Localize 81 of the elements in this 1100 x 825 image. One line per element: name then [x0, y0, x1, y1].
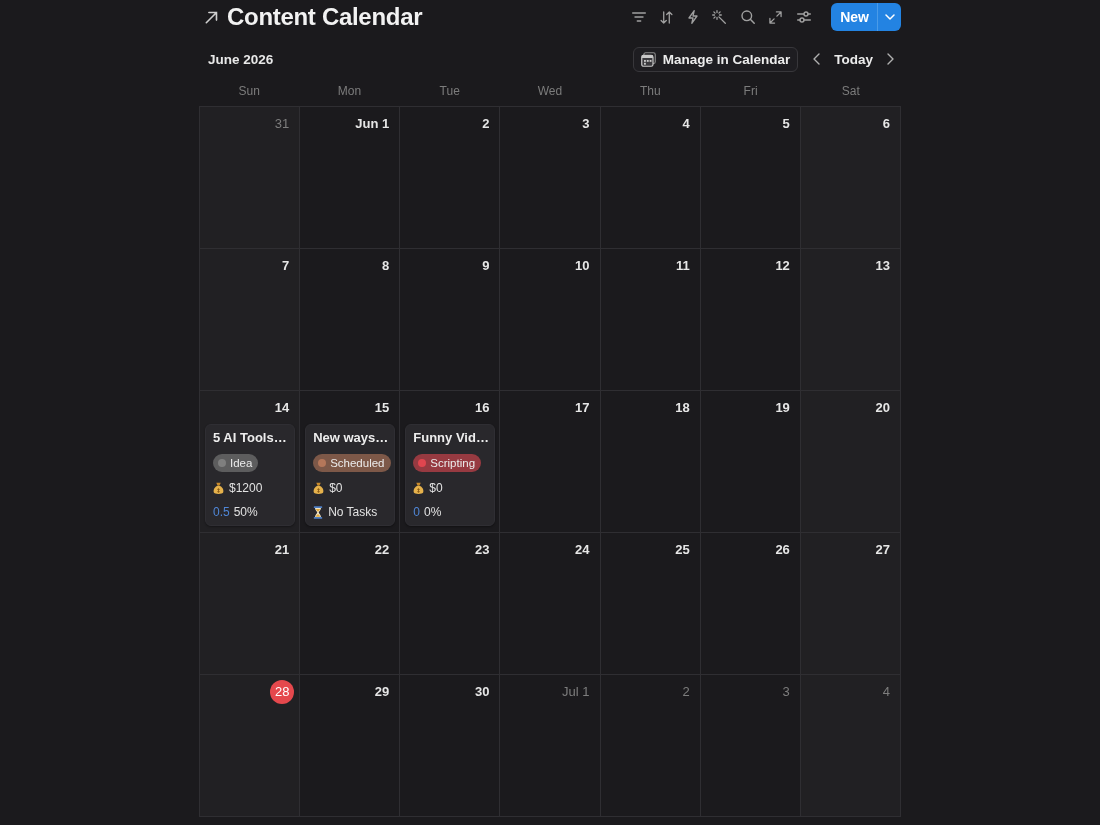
amount-text: $1200	[229, 481, 263, 495]
day-number: 2	[682, 683, 690, 700]
manage-in-calendar-button[interactable]: Manage in Calendar	[632, 46, 799, 72]
amount-text: $0	[329, 481, 343, 495]
day-number: 3	[782, 683, 790, 700]
progress-percent: 0%	[423, 505, 442, 519]
day-number: 14	[274, 399, 290, 416]
progress-value: 0	[413, 505, 420, 519]
status-label: Scripting	[430, 457, 476, 469]
event-title: New ways…	[313, 430, 390, 446]
day-number: 8	[382, 257, 390, 274]
status-label: Idea	[230, 457, 253, 469]
magic-wand-icon[interactable]	[712, 10, 727, 24]
weekday-label: Mon	[337, 84, 362, 98]
day-number: 5	[782, 115, 790, 132]
day-number: 25	[675, 541, 690, 558]
filter-icon[interactable]	[631, 12, 646, 22]
day-number: 9	[482, 257, 490, 274]
day-number: 29	[374, 683, 390, 700]
day-number: 23	[474, 541, 490, 558]
day-number: 2	[482, 115, 490, 132]
day-number: 7	[281, 257, 290, 274]
money-bag-icon	[213, 481, 224, 495]
progress-value: 0.5	[213, 505, 230, 519]
day-number: 11	[675, 257, 690, 274]
tasks-text: No Tasks	[328, 505, 378, 519]
expand-icon[interactable]	[769, 10, 783, 24]
event-card[interactable]: 5 AI Tools… Idea $1200 0.5 50%	[205, 424, 296, 526]
day-number: 4	[882, 683, 890, 700]
event-card[interactable]: New ways… Scheduled $0 No Tasks	[305, 424, 396, 526]
lightning-icon[interactable]	[687, 10, 698, 24]
day-number: 26	[775, 541, 790, 558]
day-number: 20	[875, 399, 890, 416]
day-number: 13	[875, 257, 890, 274]
status-label: Scheduled	[330, 457, 385, 469]
day-number: 6	[882, 115, 890, 132]
day-number: 17	[575, 399, 590, 416]
progress-percent: 50%	[233, 505, 258, 519]
day-number: 28	[270, 679, 295, 704]
day-number: 16	[474, 399, 490, 416]
day-number: 4	[682, 115, 690, 132]
chevron-left-icon[interactable]	[813, 53, 821, 65]
weekday-label: Fri	[743, 84, 758, 98]
day-number: 22	[374, 541, 390, 558]
day-number: 18	[675, 399, 690, 416]
day-number: 31	[274, 115, 290, 132]
money-bag-icon	[413, 481, 425, 495]
day-number: Jun 1	[355, 115, 390, 132]
new-dropdown-button[interactable]	[877, 3, 901, 31]
weekday-label: Thu	[639, 84, 661, 98]
day-number: 15	[374, 399, 390, 416]
month-label: June 2026	[207, 51, 274, 67]
sort-icon[interactable]	[660, 10, 674, 24]
amount-text: $0	[429, 481, 443, 495]
day-number: 10	[575, 257, 590, 274]
day-number: 3	[582, 115, 590, 132]
page-title: Content Calendar	[227, 2, 423, 32]
sliders-icon[interactable]	[796, 11, 811, 23]
event-title: Funny Vid…	[413, 430, 490, 446]
hourglass-icon	[313, 505, 324, 519]
day-number: 19	[775, 399, 790, 416]
weekday-label: Wed	[537, 84, 563, 98]
day-number: 30	[474, 683, 490, 700]
calendar-icon	[640, 51, 656, 67]
search-icon[interactable]	[740, 10, 755, 24]
weekday-label: Sun	[238, 84, 260, 98]
day-number: 27	[875, 541, 890, 558]
caret-icon	[884, 14, 895, 20]
money-bag-icon	[313, 481, 325, 495]
weekday-label: Sat	[841, 84, 860, 98]
chevron-right-icon[interactable]	[887, 53, 894, 65]
today-button[interactable]: Today	[830, 49, 877, 69]
new-button[interactable]: New	[831, 3, 877, 31]
day-number: 12	[775, 257, 790, 274]
day-number: 24	[575, 541, 590, 558]
event-title: 5 AI Tools…	[213, 430, 288, 446]
day-number: Jul 1	[562, 683, 590, 700]
weekday-label: Tue	[439, 84, 460, 98]
day-number: 21	[274, 541, 290, 558]
arrow-icon[interactable]	[205, 10, 218, 24]
event-card[interactable]: Funny Vid… Scripting $0 0 0%	[405, 424, 496, 526]
